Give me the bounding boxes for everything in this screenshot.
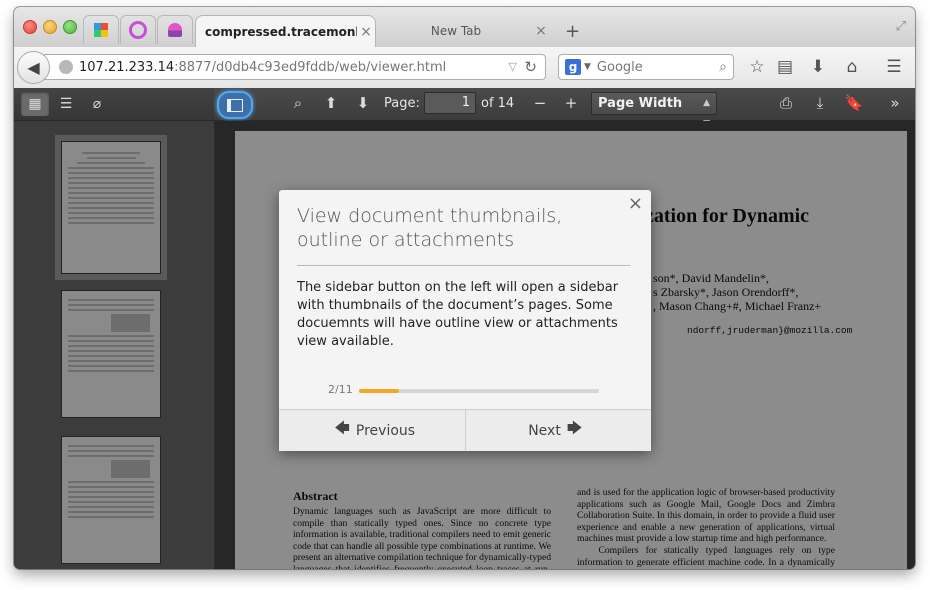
google-icon: g [565, 59, 581, 75]
thumbnails-icon: ▦ [28, 96, 42, 112]
star-icon[interactable]: ☆ [746, 57, 768, 77]
pinned-tab-1[interactable] [83, 15, 119, 44]
next-button[interactable]: Next 🡆 [464, 410, 651, 451]
progress-label: 2/11 [328, 383, 353, 396]
dialog-buttons: 🡄 Previous Next 🡆 [279, 409, 651, 451]
sidebar-toggle-icon [227, 98, 243, 112]
page-number-input[interactable]: 1 [424, 92, 476, 114]
outline-icon: ☰ [59, 96, 73, 112]
magnifier-icon[interactable]: ⌕ [719, 59, 727, 75]
tab-bar: compressed.tracemonk... × New Tab × + ⤢ [14, 7, 915, 47]
navigation-bar: 107.21.233.14:8877/d0db4c93ed9fddb/web/v… [14, 47, 915, 89]
page-label: Page: [384, 96, 420, 111]
reading-list-icon[interactable]: ▤ [774, 57, 796, 77]
menu-icon[interactable]: ☰ [883, 57, 905, 77]
divider [297, 265, 630, 266]
download-pdf-icon[interactable]: ⤓ [809, 94, 831, 112]
back-button[interactable]: ◀ [17, 51, 50, 84]
attachments-button[interactable]: ⌀ [83, 92, 111, 116]
dialog-body: The sidebar button on the left will open… [297, 280, 619, 349]
search-bar[interactable]: g ▼ Google ⌕ [558, 54, 734, 80]
url-bar[interactable]: 107.21.233.14:8877/d0db4c93ed9fddb/web/v… [44, 54, 546, 80]
thumbnail-page-3[interactable] [61, 436, 161, 564]
previous-button[interactable]: 🡄 Previous [279, 410, 465, 451]
fullscreen-icon[interactable]: ⤢ [896, 19, 906, 34]
close-icon[interactable]: × [628, 193, 643, 214]
tab-label: compressed.tracemonk... [205, 24, 357, 39]
bookmark-icon[interactable]: 🔖 [843, 94, 865, 112]
progress-track [359, 389, 599, 393]
zoom-in-icon[interactable]: + [560, 94, 582, 112]
thumbnail-page-1[interactable] [55, 135, 167, 280]
print-icon[interactable]: ⎙ [775, 94, 797, 112]
pinned-tab-3[interactable] [157, 15, 193, 44]
page-count: of 14 [481, 96, 515, 111]
tab-close-icon[interactable]: × [357, 24, 375, 40]
search-engine-caret-icon[interactable]: ▼ [584, 62, 591, 72]
thumbnail-page-2[interactable] [61, 290, 161, 418]
app-grid-icon [94, 23, 108, 37]
url-path: :8877/d0db4c93ed9fddb/web/viewer.html [174, 59, 447, 75]
tour-dialog: × View document thumbnails, outline or a… [279, 190, 651, 451]
thumbnail-sidebar [14, 121, 215, 569]
search-icon[interactable]: ⌕ [287, 94, 309, 112]
tab-viewer[interactable]: compressed.tracemonk... × [195, 15, 376, 47]
zoom-select[interactable]: Page Width ▲▼ [591, 92, 717, 129]
download-icon[interactable]: ⬇ [807, 57, 829, 77]
search-input[interactable]: Google [597, 60, 719, 75]
sidebar-toolbar: ▦ ☰ ⌀ [14, 88, 214, 120]
window-zoom-button[interactable] [63, 20, 77, 34]
progress-fill [359, 389, 399, 393]
thumbnails-button[interactable]: ▦ [21, 92, 49, 116]
arrow-left-icon: 🡄 [334, 419, 350, 437]
next-label: Next [528, 422, 561, 439]
sidebar-toggle-button[interactable] [217, 91, 253, 119]
dialog-title: View document thumbnails, outline or att… [297, 205, 563, 251]
more-tools-icon[interactable]: » [884, 94, 906, 112]
pinned-tab-2[interactable] [120, 15, 156, 44]
new-tab-button[interactable]: + [565, 21, 580, 42]
zoom-value: Page Width [598, 96, 683, 111]
zoom-out-icon[interactable]: − [529, 94, 551, 112]
url-dropdown-icon[interactable]: ▽ [509, 60, 517, 73]
globe-icon [59, 60, 73, 74]
back-arrow-icon: ◀ [27, 58, 40, 77]
outline-button[interactable]: ☰ [52, 92, 80, 116]
previous-label: Previous [355, 422, 416, 439]
paperclip-icon: ⌀ [92, 96, 102, 112]
window-close-button[interactable] [23, 20, 37, 34]
url-host: 107.21.233.14 [79, 59, 175, 75]
arrow-right-icon: 🡆 [566, 419, 583, 437]
pdf-toolbar: ▦ ☰ ⌀ ⌕ ⬆ ⬇ Page: 1 of 14 − + Page Width… [14, 88, 915, 129]
cupcake-icon [168, 23, 182, 37]
window-minimize-button[interactable] [43, 20, 57, 34]
tab-label: New Tab [430, 24, 482, 38]
home-icon[interactable]: ⌂ [841, 57, 863, 77]
tab-close-icon[interactable]: × [532, 23, 550, 39]
previous-page-icon[interactable]: ⬆ [320, 94, 342, 112]
tab-new[interactable]: New Tab × [380, 15, 550, 47]
reload-icon[interactable]: ↻ [524, 58, 537, 76]
ring-logo-icon [129, 21, 147, 39]
next-page-icon[interactable]: ⬇ [352, 94, 374, 112]
